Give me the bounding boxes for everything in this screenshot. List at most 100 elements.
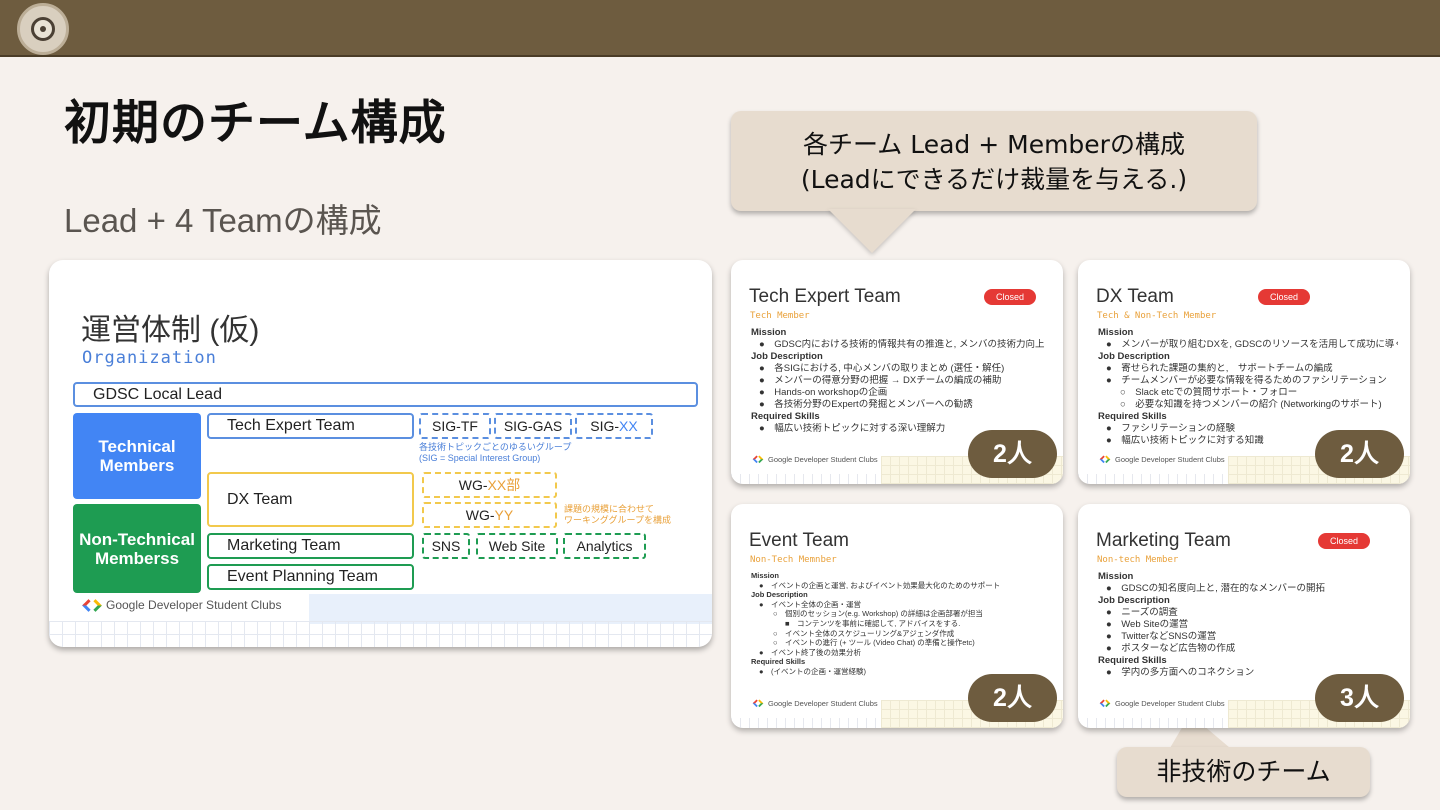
closed-badge: Closed bbox=[984, 289, 1036, 305]
job-subitem: ○ 必要な知識を持つメンバーの紹介 (Networkingのサポート) bbox=[1120, 399, 1382, 410]
wg-yy-prefix: WG- bbox=[465, 507, 495, 523]
gdsc-footer: Google Developer Student Clubs bbox=[84, 598, 281, 612]
job-heading: Job Description bbox=[1098, 351, 1170, 362]
event-team-box: Event Planning Team bbox=[207, 564, 414, 590]
mission-heading: Mission bbox=[751, 327, 787, 338]
wg-yy-box: WG- YY bbox=[422, 502, 557, 528]
gdsc-logo-icon[interactable] bbox=[17, 3, 69, 55]
sig-note-line1: 各技術トピックごとのゆるいグループ bbox=[419, 442, 572, 452]
nontechnical-members-box: Non-Technical Memberss bbox=[73, 504, 201, 593]
member-count-pill: 2人 bbox=[968, 430, 1057, 478]
mission-item: ● メンバーが取り組むDXを, GDSCのリソースを活用して成功に導く bbox=[1106, 339, 1398, 350]
mission-heading: Mission bbox=[751, 571, 779, 580]
dx-team-box: DX Team bbox=[207, 472, 414, 527]
page-title: 初期のチーム構成 bbox=[64, 96, 447, 151]
mission-heading: Mission bbox=[1098, 571, 1134, 582]
card-role: Tech Member bbox=[750, 311, 810, 321]
gdsc-footer: Google Developer Student Clubs bbox=[751, 698, 878, 708]
callout-line-1: 各チーム Lead + Memberの構成 bbox=[803, 130, 1185, 159]
gdsc-chevron-icon bbox=[1101, 456, 1109, 462]
wg-yy-suffix: YY bbox=[494, 507, 514, 523]
skills-heading: Required Skills bbox=[751, 657, 806, 667]
job-item: ● ポスターなど広告物の作成 bbox=[1106, 643, 1236, 654]
sig-xx-suffix: XX bbox=[619, 418, 638, 434]
card-event[interactable]: Event Team Non-Tech Memnber Mission ● イベ… bbox=[731, 504, 1063, 728]
gdsc-footer-text: Google Developer Student Clubs bbox=[768, 698, 878, 708]
card-role: Tech & Non-Tech Member bbox=[1097, 311, 1217, 321]
sig-note: 各技術トピックごとのゆるいグループ (SIG = Special Interes… bbox=[419, 442, 571, 464]
job-item: ● メンバーの得意分野の把握 → DXチームの編成の補助 bbox=[759, 375, 1002, 386]
closed-badge: Closed bbox=[1258, 289, 1310, 305]
job-heading: Job Description bbox=[751, 590, 808, 600]
analytics-box: Analytics bbox=[563, 533, 646, 559]
skills-heading: Required Skills bbox=[1098, 655, 1167, 666]
gdsc-chevron-icon bbox=[84, 600, 100, 610]
local-lead-box: GDSC Local Lead bbox=[73, 382, 698, 407]
technical-members-box: Technical Members bbox=[73, 413, 201, 499]
job-subitem: ○ Slack etcでの質問サポート・フォロー bbox=[1120, 387, 1298, 398]
gdsc-footer: Google Developer Student Clubs bbox=[751, 454, 878, 464]
gdsc-footer-text: Google Developer Student Clubs bbox=[1115, 454, 1225, 464]
sig-tf-box: SIG-TF bbox=[419, 413, 491, 439]
job-item: ● TwitterなどSNSの運営 bbox=[1106, 631, 1217, 642]
marketing-team-box: Marketing Team bbox=[207, 533, 414, 559]
card-body: Mission ● GDSCの知名度向上と, 潜在的なメンバーの開拓 Job D… bbox=[1098, 571, 1398, 679]
card-body: Mission ● イベントの企画と運営, およびイベント効果最大化のためのサポ… bbox=[751, 571, 1051, 677]
gdsc-footer-text: Google Developer Student Clubs bbox=[768, 454, 878, 464]
grid-decoration bbox=[309, 594, 712, 624]
job-item: ● チームメンバーが必要な情報を得るためのファシリテーション bbox=[1106, 375, 1387, 386]
card-dx[interactable]: DX Team Closed Tech & Non-Tech Member Mi… bbox=[1078, 260, 1410, 484]
job-item: ● ニーズの調査 bbox=[1106, 607, 1178, 618]
mission-heading: Mission bbox=[1098, 327, 1134, 338]
job-subitem: ○ イベントの進行 (+ ツール (Video Chat) の準備と操作etc) bbox=[773, 638, 975, 648]
org-slide-thumbnail[interactable]: 運営体制 (仮) Organization GDSC Local Lead Te… bbox=[49, 260, 712, 647]
sig-gas-box: SIG-GAS bbox=[494, 413, 572, 439]
card-title: Marketing Team bbox=[1096, 530, 1231, 551]
mission-item: ● イベントの企画と運営, およびイベント効果最大化のためのサポート bbox=[759, 580, 1001, 590]
gdsc-chevron-icon bbox=[754, 700, 762, 706]
wg-note-line1: 課題の規模に合わせて bbox=[564, 504, 655, 514]
skills-heading: Required Skills bbox=[1098, 411, 1167, 422]
org-subtitle: Organization bbox=[82, 348, 217, 368]
wg-note-line2: ワーキンググループを構成 bbox=[564, 515, 672, 525]
wg-note: 課題の規模に合わせて ワーキンググループを構成 bbox=[564, 504, 671, 526]
card-role: Non-Tech Memnber bbox=[750, 555, 837, 565]
job-heading: Job Description bbox=[1098, 595, 1170, 606]
website-box: Web Site bbox=[476, 533, 558, 559]
callout-non-tech: 非技術のチーム bbox=[1117, 747, 1370, 797]
job-subsubitem: ■ コンテンツを事前に確認して, アドバイスをする. bbox=[785, 618, 961, 628]
card-tech-expert[interactable]: Tech Expert Team Closed Tech Member Miss… bbox=[731, 260, 1063, 484]
job-item: ● イベント終了後の効果分析 bbox=[759, 647, 862, 657]
skills-heading: Required Skills bbox=[751, 411, 820, 422]
member-count-pill: 2人 bbox=[1315, 430, 1404, 478]
sig-note-line2: (SIG = Special Interest Group) bbox=[419, 453, 541, 463]
sig-xx-prefix: SIG- bbox=[590, 418, 620, 434]
card-body: Mission ● GDSC内における技術的情報共有の推進と, メンバの技術力向… bbox=[751, 327, 1051, 435]
callout-line-2: (Leadにできるだけ裁量を与える.) bbox=[800, 165, 1188, 194]
job-item: ● 各技術分野のExpertの発掘とメンバーへの勧誘 bbox=[759, 399, 973, 410]
job-subitem: ○ イベント全体のスケジューリング&アジェンダ作成 bbox=[773, 628, 955, 638]
card-body: Mission ● メンバーが取り組むDXを, GDSCのリソースを活用して成功… bbox=[1098, 327, 1398, 447]
org-title: 運営体制 (仮) bbox=[81, 314, 260, 347]
job-item: ● Hands-on workshopの企画 bbox=[759, 387, 888, 398]
job-subitem: ○ 個別のセッション(e.g. Workshop) の詳細は企画部署が担当 bbox=[773, 609, 983, 619]
wg-xx-box: WG- XX部 bbox=[422, 472, 557, 498]
top-bar bbox=[0, 0, 1440, 57]
sns-box: SNS bbox=[422, 533, 470, 559]
job-item: ● 各SIGにおける, 中心メンバの取りまとめ (選任・解任) bbox=[759, 363, 1005, 374]
member-count-pill: 2人 bbox=[968, 674, 1057, 722]
mission-item: ● GDSCの知名度向上と, 潜在的なメンバーの開拓 bbox=[1106, 583, 1325, 594]
job-item: ● Web Siteの運営 bbox=[1106, 619, 1189, 630]
job-heading: Job Description bbox=[751, 351, 823, 362]
card-marketing[interactable]: Marketing Team Closed Non-tech Member Mi… bbox=[1078, 504, 1410, 728]
gdsc-footer: Google Developer Student Clubs bbox=[1098, 454, 1225, 464]
card-title: DX Team bbox=[1096, 286, 1174, 307]
sig-xx-box: SIG- XX bbox=[575, 413, 653, 439]
member-count-pill: 3人 bbox=[1315, 674, 1404, 722]
wg-xx-suffix: XX部 bbox=[487, 477, 521, 493]
grid-decoration bbox=[49, 621, 712, 647]
gdsc-chevron-icon bbox=[1101, 700, 1109, 706]
page-subtitle: Lead + 4 Teamの構成 bbox=[64, 202, 382, 239]
callout-pointer bbox=[828, 209, 916, 253]
card-title: Tech Expert Team bbox=[749, 286, 901, 307]
